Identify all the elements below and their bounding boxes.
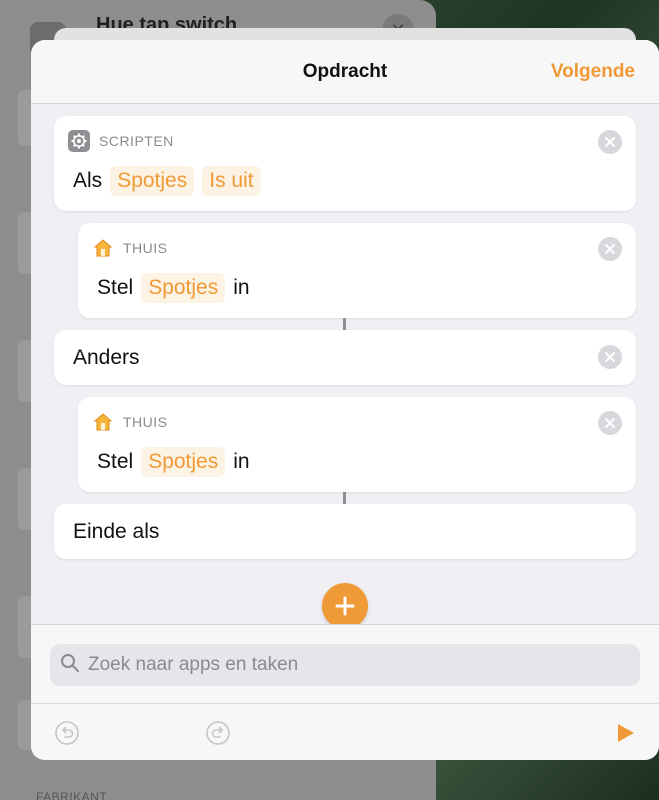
action-search-panel — [31, 624, 659, 760]
app-row: THUIS — [92, 237, 168, 259]
close-icon[interactable] — [598, 345, 622, 369]
house-icon — [92, 237, 114, 259]
action-content: Stel Spotjes in — [97, 447, 254, 477]
background-cell — [18, 700, 32, 750]
add-action-button[interactable] — [322, 583, 368, 629]
app-label: THUIS — [123, 414, 168, 430]
keyword-set: Stel — [97, 276, 134, 299]
background-cell — [18, 90, 32, 146]
close-icon[interactable] — [598, 237, 622, 261]
app-row: THUIS — [92, 411, 168, 433]
plus-icon — [335, 596, 355, 616]
keyword-end-if: Einde als — [73, 520, 160, 543]
close-icon[interactable] — [598, 411, 622, 435]
search-icon — [60, 653, 80, 678]
keyword-set: Stel — [97, 450, 134, 473]
keyword-otherwise: Anders — [73, 346, 140, 369]
action-content: Einde als — [73, 520, 159, 544]
toolbar-divider — [31, 703, 659, 704]
app-label: SCRIPTEN — [99, 133, 174, 149]
action-content: Als Spotjes Is uit — [73, 166, 265, 196]
background-section-label: FABRIKANT — [36, 790, 108, 800]
house-icon — [92, 411, 114, 433]
undo-icon[interactable] — [53, 719, 81, 747]
keyword-if: Als — [73, 169, 103, 192]
background-cell — [18, 340, 32, 402]
app-label: THUIS — [123, 240, 168, 256]
action-card-end-if[interactable]: Einde als — [54, 504, 636, 559]
gear-icon — [68, 130, 90, 152]
flow-connector — [343, 318, 346, 330]
scene-token[interactable]: Spotjes — [141, 273, 226, 303]
app-row: SCRIPTEN — [68, 130, 174, 152]
action-content: Anders — [73, 346, 140, 370]
play-icon[interactable] — [611, 719, 639, 747]
flow-connector — [343, 492, 346, 504]
next-button[interactable]: Volgende — [551, 61, 635, 83]
action-card-set-scene[interactable]: THUIS Stel Spotjes in — [78, 397, 636, 492]
keyword-in: in — [233, 450, 250, 473]
action-card-otherwise[interactable]: Anders — [54, 330, 636, 385]
action-content: Stel Spotjes in — [97, 273, 254, 303]
background-cell — [18, 468, 32, 530]
scene-token[interactable]: Spotjes — [141, 447, 226, 477]
search-input[interactable] — [88, 654, 628, 676]
modal-header: Opdracht Volgende — [31, 40, 659, 104]
shortcut-editor-modal: Opdracht Volgende SCRIPTEN Als Spotjes I… — [31, 40, 659, 760]
keyword-in: in — [233, 276, 250, 299]
redo-icon[interactable] — [204, 719, 232, 747]
close-icon[interactable] — [598, 130, 622, 154]
condition-token[interactable]: Is uit — [202, 166, 261, 196]
action-card-if[interactable]: SCRIPTEN Als Spotjes Is uit — [54, 116, 636, 211]
action-card-set-scene[interactable]: THUIS Stel Spotjes in — [78, 223, 636, 318]
search-field[interactable] — [50, 644, 640, 686]
background-cell — [18, 212, 32, 274]
background-cell — [18, 596, 32, 658]
variable-token[interactable]: Spotjes — [110, 166, 195, 196]
